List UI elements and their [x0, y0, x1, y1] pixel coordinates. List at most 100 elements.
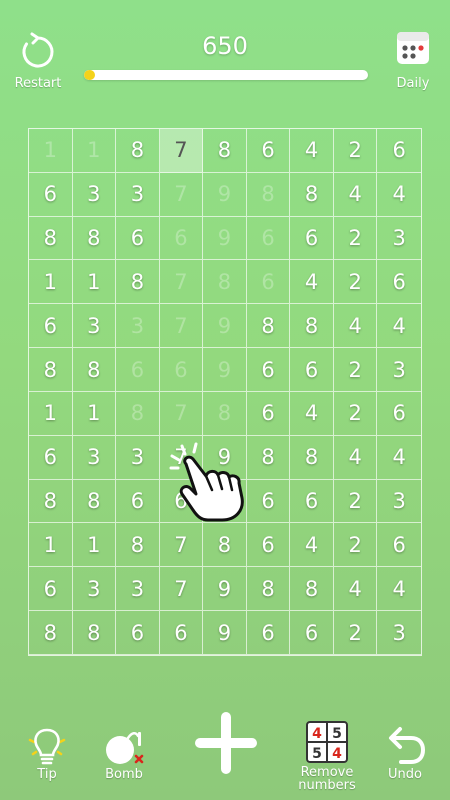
grid-cell[interactable]: 6 [246, 216, 291, 261]
grid-cell[interactable]: 6 [377, 523, 421, 568]
grid-cell[interactable]: 6 [246, 348, 291, 392]
grid-cell[interactable]: 3 [116, 304, 160, 349]
remove-numbers-button[interactable]: 4 5 5 4 Remove numbers [296, 720, 358, 792]
grid-cell[interactable]: 3 [116, 172, 160, 217]
grid-cell[interactable]: 3 [377, 217, 421, 261]
grid-cell[interactable]: 4 [290, 129, 334, 173]
grid-cell[interactable]: 2 [333, 611, 378, 655]
add-numbers-button[interactable] [191, 708, 261, 778]
grid-cell[interactable]: 7 [159, 391, 204, 436]
grid-cell[interactable]: 6 [377, 129, 421, 173]
grid-cell[interactable]: 4 [290, 260, 334, 305]
grid-cell[interactable]: 1 [29, 523, 73, 568]
tip-button[interactable]: Tip [22, 726, 72, 781]
grid-cell[interactable]: 8 [246, 172, 291, 217]
grid-cell[interactable]: 6 [159, 611, 204, 655]
grid-cell[interactable]: 4 [377, 173, 421, 217]
grid-cell[interactable]: 6 [29, 304, 73, 349]
grid-cell[interactable]: 8 [246, 435, 291, 480]
grid-cell[interactable]: 6 [290, 479, 334, 524]
grid-cell[interactable]: 2 [333, 391, 378, 436]
grid-cell[interactable]: 8 [246, 567, 291, 612]
grid-cell[interactable]: 7 [159, 129, 204, 173]
grid-cell[interactable]: 3 [377, 348, 421, 392]
grid-cell[interactable]: 8 [290, 567, 334, 612]
grid-cell[interactable]: 8 [116, 523, 160, 568]
grid-cell[interactable]: 9 [203, 304, 247, 349]
grid-cell[interactable]: 9 [203, 479, 247, 524]
grid-cell[interactable]: 7 [159, 523, 204, 568]
grid-cell[interactable]: 6 [29, 567, 73, 612]
grid-cell[interactable]: 4 [333, 567, 378, 612]
grid-cell[interactable]: 7 [159, 435, 204, 480]
grid-cell[interactable]: 6 [116, 479, 160, 524]
grid-cell[interactable]: 6 [159, 216, 204, 261]
grid-cell[interactable]: 3 [116, 435, 160, 480]
grid-cell[interactable]: 6 [377, 260, 421, 305]
grid-cell[interactable]: 1 [72, 523, 117, 568]
grid-cell[interactable]: 8 [72, 611, 117, 655]
grid-cell[interactable]: 6 [377, 392, 421, 436]
grid-cell[interactable]: 6 [116, 611, 160, 655]
grid-cell[interactable]: 8 [29, 348, 73, 392]
grid-cell[interactable]: 1 [72, 129, 117, 173]
grid-cell[interactable]: 3 [72, 567, 117, 612]
grid-cell[interactable]: 4 [377, 436, 421, 480]
grid-cell[interactable]: 7 [159, 567, 204, 612]
grid-cell[interactable]: 6 [159, 348, 204, 392]
grid-cell[interactable]: 3 [72, 304, 117, 349]
grid-cell[interactable]: 3 [72, 435, 117, 480]
grid-cell[interactable]: 6 [246, 129, 291, 173]
grid-cell[interactable]: 8 [203, 129, 247, 173]
grid-cell[interactable]: 8 [116, 391, 160, 436]
grid-cell[interactable]: 8 [116, 260, 160, 305]
grid-cell[interactable]: 2 [333, 260, 378, 305]
grid-cell[interactable]: 8 [72, 479, 117, 524]
grid-cell[interactable]: 7 [159, 172, 204, 217]
grid-cell[interactable]: 2 [333, 129, 378, 173]
grid-cell[interactable]: 9 [203, 348, 247, 392]
grid-cell[interactable]: 6 [290, 348, 334, 392]
grid-cell[interactable]: 6 [290, 611, 334, 655]
grid-cell[interactable]: 3 [72, 172, 117, 217]
grid-cell[interactable]: 2 [333, 216, 378, 261]
grid-cell[interactable]: 9 [203, 216, 247, 261]
grid-cell[interactable]: 4 [290, 523, 334, 568]
grid-cell[interactable]: 4 [377, 304, 421, 349]
grid-cell[interactable]: 1 [72, 391, 117, 436]
grid-cell[interactable]: 9 [203, 172, 247, 217]
grid-cell[interactable]: 8 [29, 611, 73, 655]
grid-cell[interactable]: 2 [333, 348, 378, 392]
grid-cell[interactable]: 6 [246, 260, 291, 305]
grid-cell[interactable]: 8 [246, 304, 291, 349]
grid-cell[interactable]: 3 [377, 480, 421, 524]
grid-cell[interactable]: 1 [29, 260, 73, 305]
grid-cell[interactable]: 8 [72, 216, 117, 261]
grid-cell[interactable]: 8 [72, 348, 117, 392]
grid-cell[interactable]: 6 [246, 523, 291, 568]
daily-button[interactable]: Daily [388, 28, 438, 91]
bomb-button[interactable]: Bomb [98, 726, 150, 781]
grid-cell[interactable]: 6 [116, 216, 160, 261]
grid-cell[interactable]: 7 [159, 260, 204, 305]
grid-cell[interactable]: 6 [246, 479, 291, 524]
grid-cell[interactable]: 4 [290, 391, 334, 436]
grid-cell[interactable]: 8 [29, 479, 73, 524]
undo-button[interactable]: Undo [380, 722, 430, 781]
grid-cell[interactable]: 8 [290, 304, 334, 349]
grid-cell[interactable]: 9 [203, 611, 247, 655]
grid-cell[interactable]: 8 [116, 129, 160, 173]
grid-cell[interactable]: 2 [333, 523, 378, 568]
grid-cell[interactable]: 8 [203, 391, 247, 436]
grid-cell[interactable]: 9 [203, 567, 247, 612]
grid-cell[interactable]: 8 [29, 216, 73, 261]
grid-cell[interactable]: 4 [377, 567, 421, 612]
grid-cell[interactable]: 1 [29, 129, 73, 173]
grid-cell[interactable]: 8 [203, 523, 247, 568]
grid-cell[interactable]: 6 [29, 172, 73, 217]
grid-cell[interactable]: 1 [72, 260, 117, 305]
grid-cell[interactable]: 9 [203, 435, 247, 480]
grid-cell[interactable]: 6 [246, 611, 291, 655]
grid-cell[interactable]: 7 [159, 304, 204, 349]
grid-cell[interactable]: 4 [333, 435, 378, 480]
